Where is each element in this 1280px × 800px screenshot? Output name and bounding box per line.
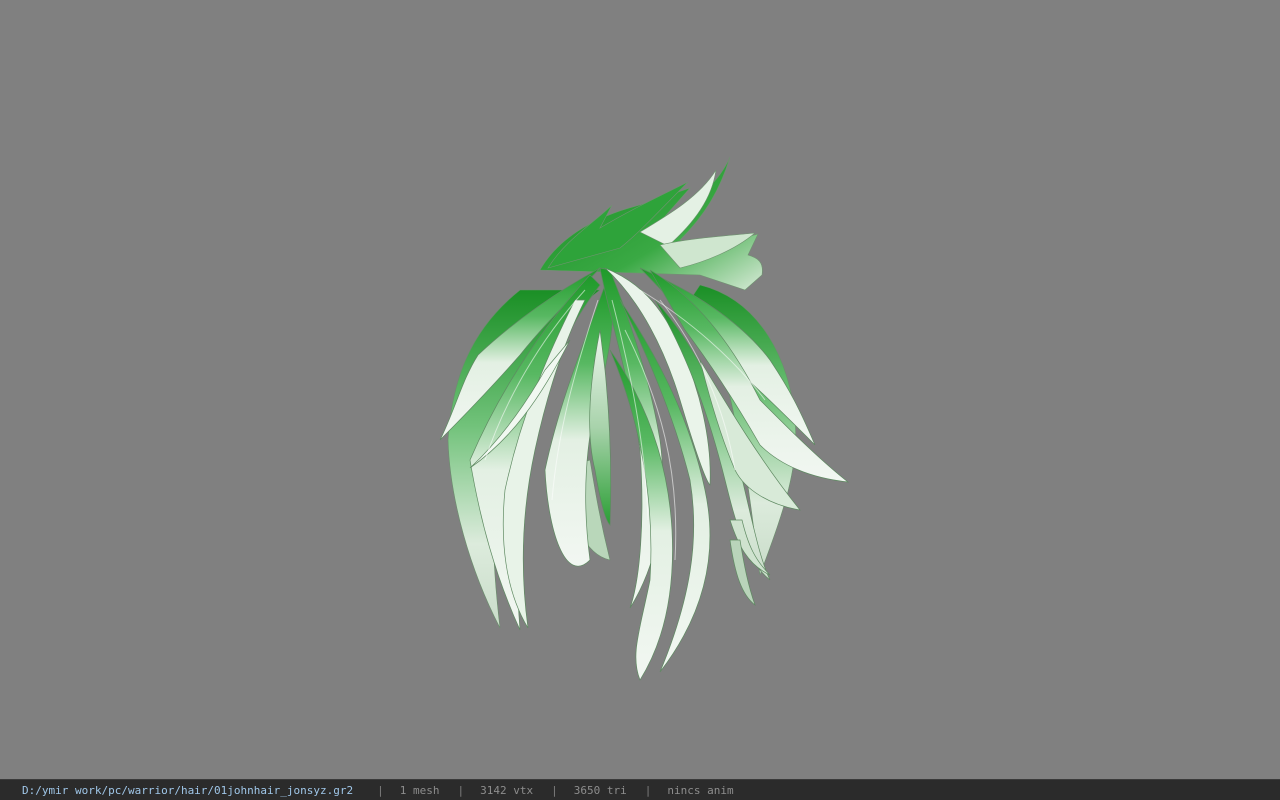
status-bar: D:/ymir work/pc/warrior/hair/01johnhair_…	[0, 779, 1280, 800]
triangle-count-label: 3650 tri	[573, 783, 627, 797]
hair-model-render	[439, 156, 850, 681]
file-path-label: D:/ymir work/pc/warrior/hair/01johnhair_…	[22, 783, 354, 797]
status-separator: |	[377, 783, 384, 797]
status-separator: |	[551, 783, 558, 797]
vertex-count-label: 3142 vtx	[480, 783, 534, 797]
hair-crown	[539, 156, 763, 291]
animation-status-label: nincs anim	[667, 783, 734, 797]
3d-viewport[interactable]	[0, 0, 1280, 779]
mesh-count-label: 1 mesh	[399, 783, 440, 797]
status-separator: |	[457, 783, 465, 797]
status-separator: |	[644, 783, 652, 797]
